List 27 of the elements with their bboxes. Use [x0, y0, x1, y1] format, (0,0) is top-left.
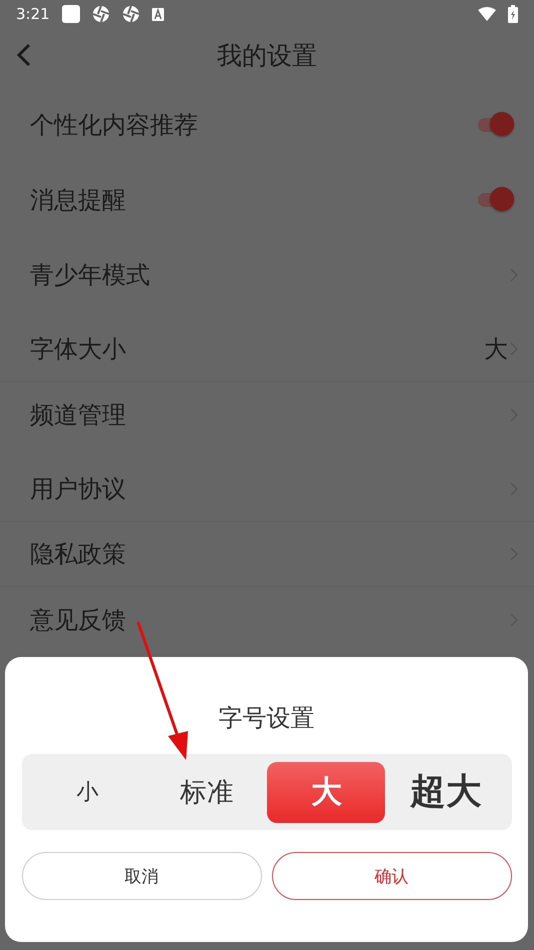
page-title: 我的设置	[217, 40, 317, 72]
aperture-icon	[122, 5, 140, 23]
setting-label[interactable]: 个性化内容推荐	[30, 108, 476, 140]
toggle-switch[interactable]	[476, 112, 516, 138]
aperture-icon	[92, 5, 110, 23]
status-time: 3:21	[16, 5, 50, 23]
setting-label[interactable]: 隐私政策	[30, 538, 510, 570]
size-option[interactable]: 标准	[148, 762, 266, 822]
back-icon[interactable]	[16, 43, 32, 67]
size-option[interactable]: 超大	[386, 762, 505, 822]
setting-label[interactable]: 意见反馈	[30, 604, 510, 636]
setting-label[interactable]: 字体大小	[30, 333, 484, 365]
keyboard-icon	[152, 8, 164, 20]
notification-icon	[62, 5, 80, 23]
toggle-switch[interactable]	[476, 186, 516, 212]
size-option[interactable]: 小	[28, 762, 146, 822]
setting-label[interactable]: 用户协议	[30, 473, 510, 505]
setting-label[interactable]: 频道管理	[30, 398, 510, 430]
setting-label[interactable]: 青少年模式	[30, 258, 510, 290]
cancel-button[interactable]: 取消	[22, 852, 262, 900]
setting-value: 大	[484, 334, 508, 365]
setting-label[interactable]: 消息提醒	[30, 184, 476, 216]
battery-icon	[508, 5, 518, 23]
dialog-title: 字号设置	[218, 703, 314, 734]
wifi-icon	[478, 7, 496, 21]
size-option[interactable]: 大	[267, 762, 386, 822]
confirm-button[interactable]: 确认	[272, 852, 512, 900]
